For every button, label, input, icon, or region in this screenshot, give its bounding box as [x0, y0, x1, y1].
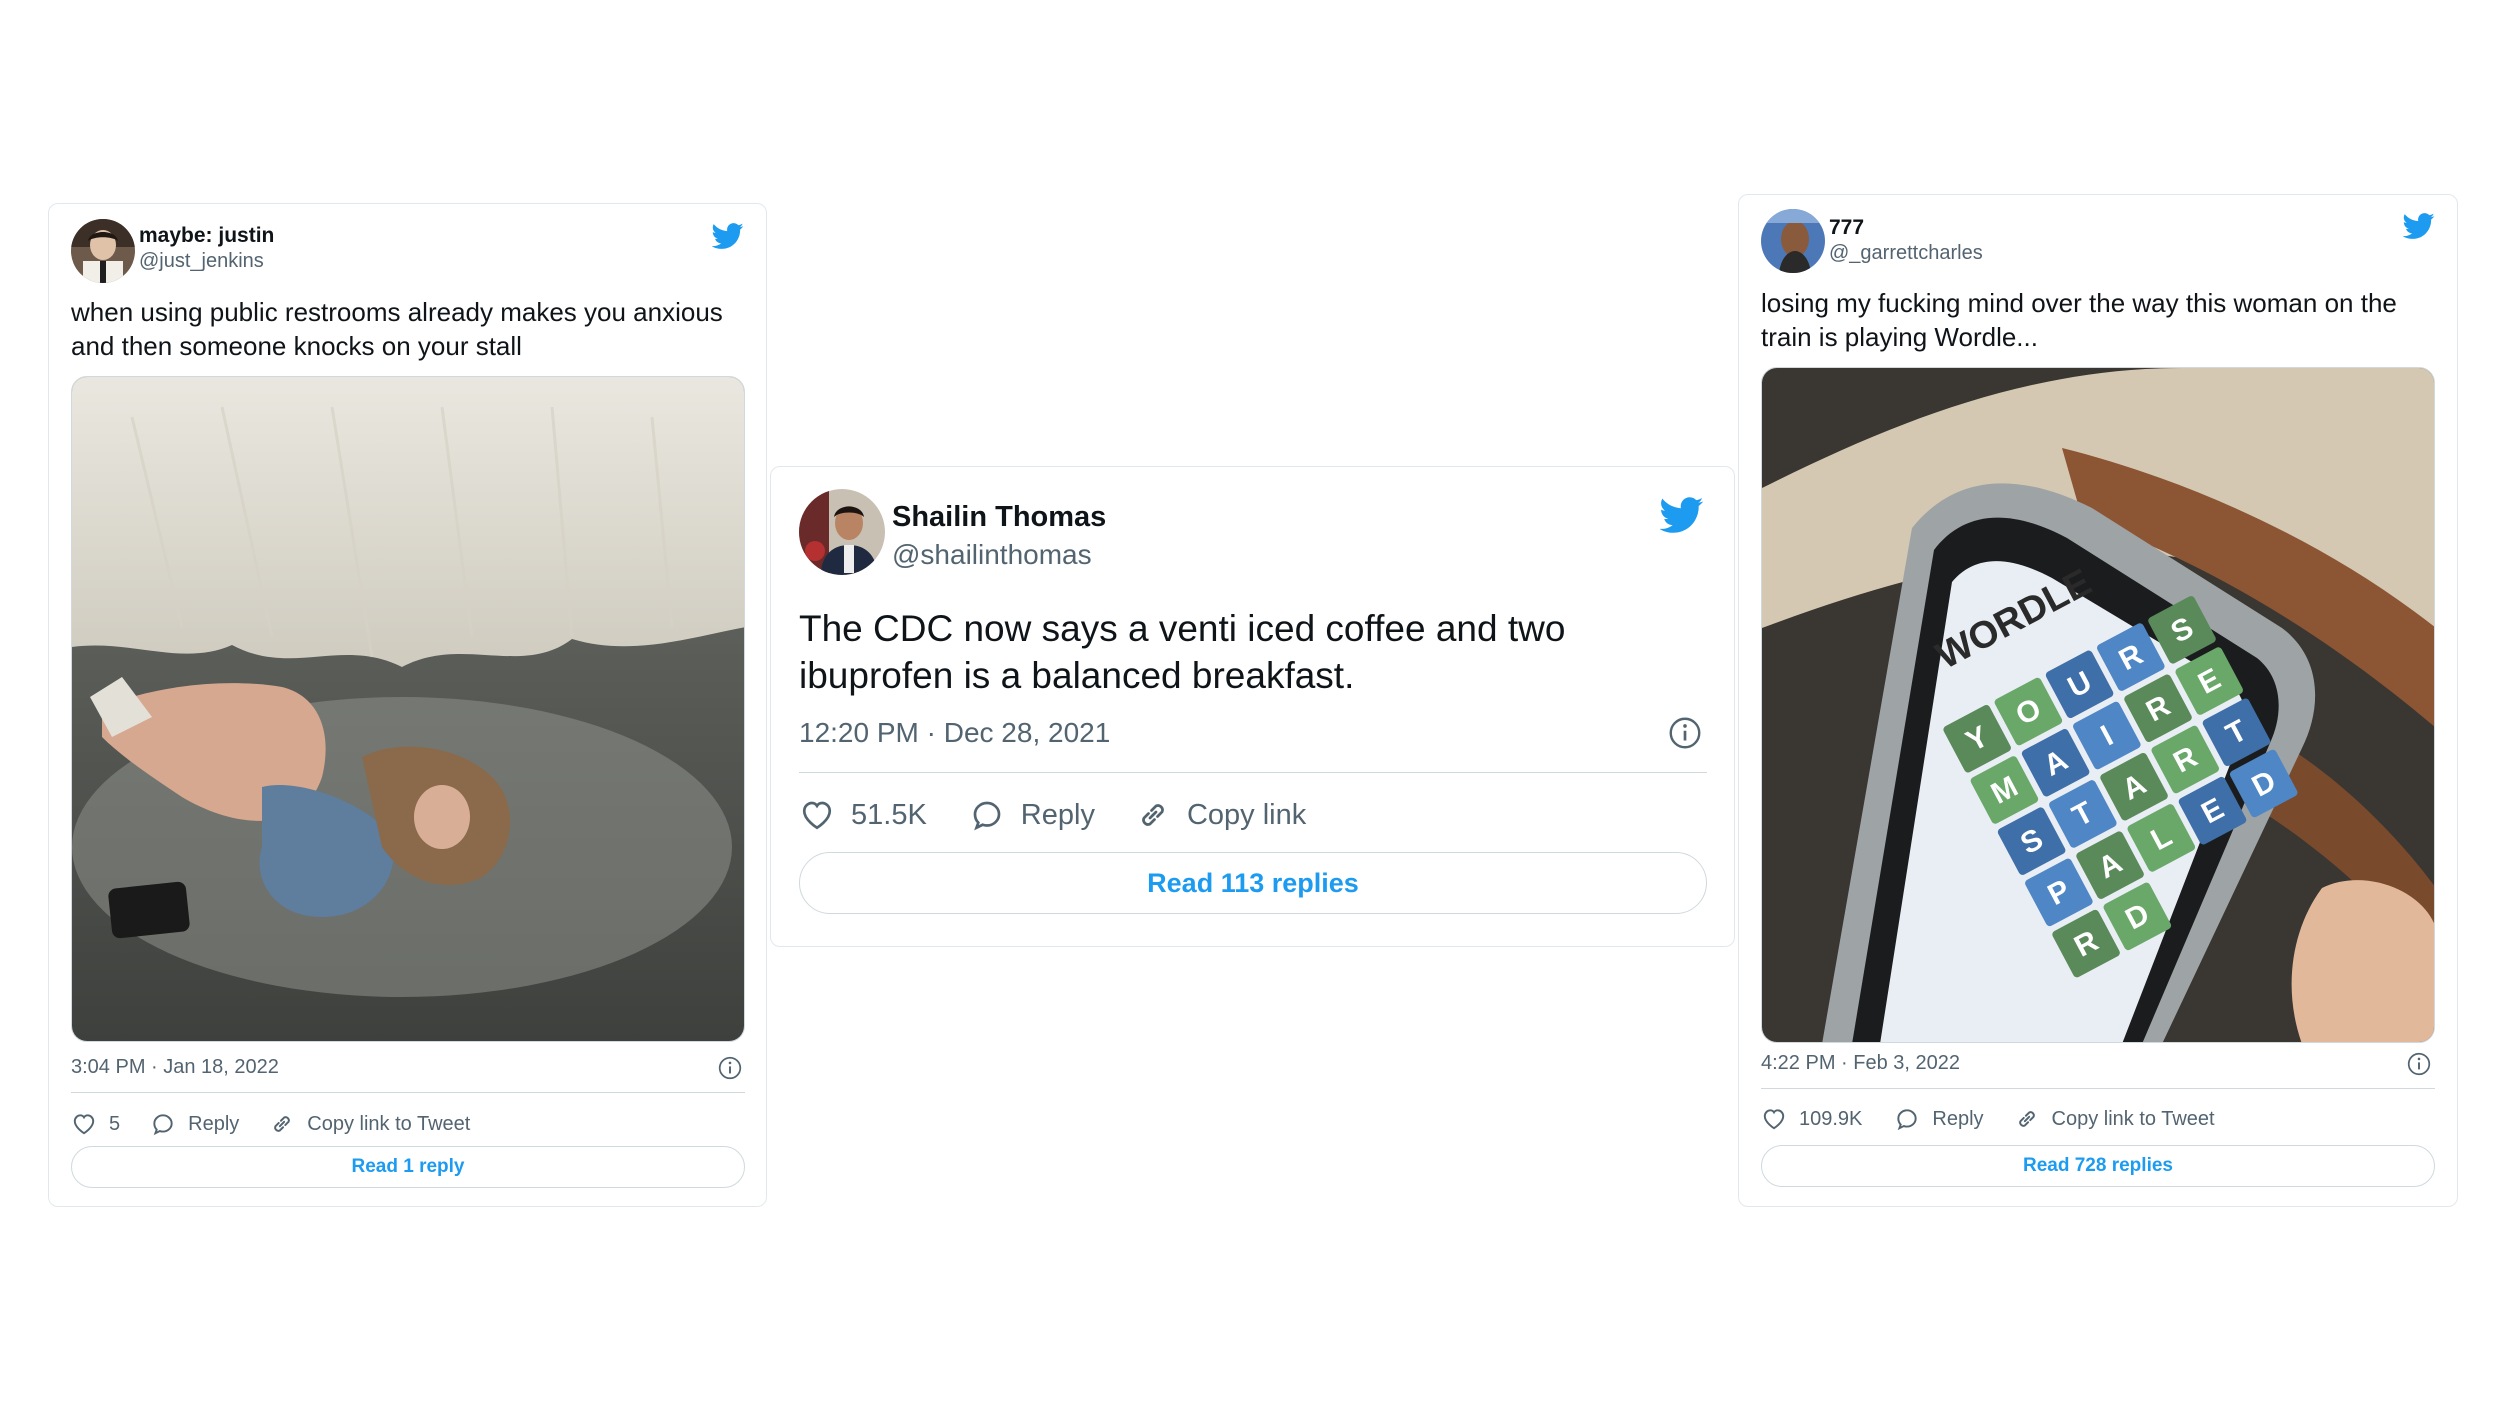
twitter-bird-icon[interactable] [712, 220, 744, 252]
display-name[interactable]: Shailin Thomas [892, 501, 1106, 534]
link-icon [2014, 1106, 2040, 1132]
reply-label: Reply [1020, 798, 1095, 831]
copy-link-label: Copy link [1186, 798, 1307, 831]
divider [71, 1092, 745, 1093]
twitter-bird-icon[interactable] [2403, 210, 2435, 242]
read-replies-button[interactable]: Read 113 replies [799, 852, 1707, 914]
divider [799, 772, 1707, 773]
reply-label: Reply [1932, 1107, 1984, 1130]
twitter-bird-icon[interactable] [1660, 493, 1704, 537]
like-button[interactable]: 51.5K [799, 797, 927, 833]
timestamp[interactable]: 12:20 PM · Dec 28, 2021 [799, 717, 1110, 749]
reply-button[interactable]: Reply [969, 797, 1095, 833]
action-row: 109.9K Reply Copy link to Tweet [1761, 1099, 2215, 1139]
info-icon[interactable] [717, 1055, 743, 1081]
divider [1761, 1088, 2435, 1089]
info-icon[interactable] [2406, 1051, 2432, 1077]
like-count: 109.9K [1799, 1107, 1863, 1130]
read-replies-button[interactable]: Read 728 replies [1761, 1145, 2435, 1187]
reply-bubble-icon [150, 1111, 176, 1137]
tweet-photo[interactable]: WORDLE YOURSMAIRESTARTPALEDRD [1761, 367, 2435, 1043]
link-icon [269, 1111, 295, 1137]
reply-button[interactable]: Reply [1894, 1106, 1984, 1132]
heart-icon [71, 1111, 97, 1137]
copy-link-label: Copy link to Tweet [2051, 1107, 2215, 1130]
reply-bubble-icon [1894, 1106, 1920, 1132]
handle[interactable]: @_garrettcharles [1829, 242, 1983, 265]
heart-icon [1761, 1106, 1787, 1132]
display-name[interactable]: maybe: justin [139, 224, 274, 248]
like-count: 51.5K [851, 798, 927, 831]
tweet-text: losing my fucking mind over the way this… [1761, 288, 2397, 352]
reply-label: Reply [188, 1112, 240, 1135]
like-button[interactable]: 109.9K [1761, 1106, 1862, 1132]
info-icon[interactable] [1667, 715, 1703, 751]
copy-link-button[interactable]: Copy link to Tweet [269, 1111, 470, 1137]
handle[interactable]: @just_jenkins [139, 250, 264, 273]
read-replies-button[interactable]: Read 1 reply [71, 1146, 745, 1188]
copy-link-button[interactable]: Copy link [1135, 797, 1306, 833]
tweet-text: The CDC now says a venti iced coffee and… [799, 608, 1566, 697]
tweet-photo[interactable] [71, 376, 745, 1042]
tweet-card-1[interactable]: maybe: justin @just_jenkins when using p… [48, 203, 767, 1207]
reply-button[interactable]: Reply [150, 1111, 239, 1137]
avatar[interactable] [71, 219, 135, 283]
like-button[interactable]: 5 [71, 1111, 120, 1137]
handle[interactable]: @shailinthomas [892, 539, 1092, 571]
avatar[interactable] [799, 489, 885, 575]
timestamp[interactable]: 4:22 PM · Feb 3, 2022 [1761, 1052, 1960, 1075]
heart-icon [799, 797, 835, 833]
avatar[interactable] [1761, 209, 1825, 273]
copy-link-label: Copy link to Tweet [307, 1112, 471, 1135]
reply-bubble-icon [969, 797, 1005, 833]
copy-link-button[interactable]: Copy link to Tweet [2014, 1106, 2215, 1132]
action-row: 5 Reply Copy link to Tweet [71, 1104, 470, 1144]
tweet-card-2[interactable]: Shailin Thomas @shailinthomas The CDC no… [770, 466, 1735, 947]
timestamp[interactable]: 3:04 PM · Jan 18, 2022 [71, 1056, 279, 1079]
like-count: 5 [109, 1112, 121, 1135]
tweet-text: when using public restrooms already make… [71, 297, 723, 361]
tweet-card-3[interactable]: 777 @_garrettcharles losing my fucking m… [1738, 194, 2458, 1207]
link-icon [1135, 797, 1171, 833]
display-name[interactable]: 777 [1829, 216, 1864, 240]
action-row: 51.5K Reply Copy link [799, 787, 1306, 843]
